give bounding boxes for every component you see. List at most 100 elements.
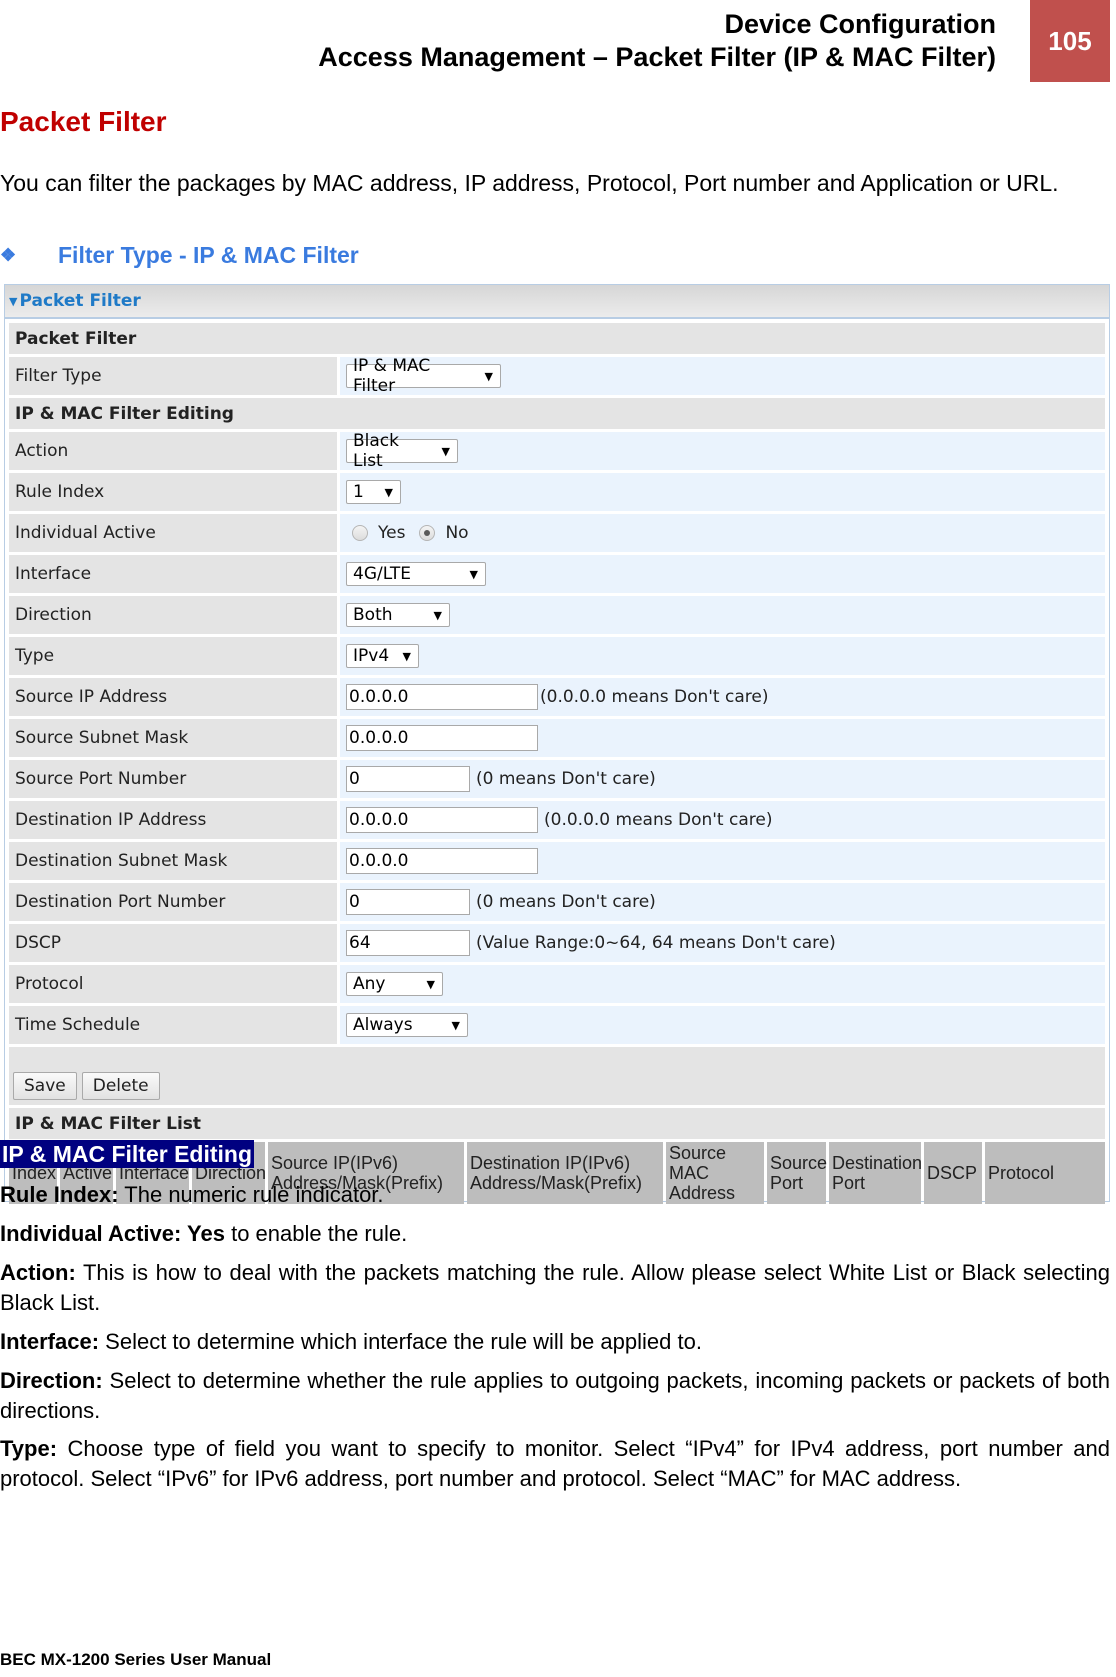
- section-filter-list: IP & MAC Filter List: [9, 1108, 1105, 1139]
- row-individual-active: Individual Active Yes No: [9, 514, 1105, 552]
- subheading-text: Filter Type - IP & MAC Filter: [58, 242, 359, 268]
- row-source-port: Source Port Number 0 (0 means Don't care): [9, 760, 1105, 798]
- label: Individual Active: [9, 514, 337, 552]
- label: Rule Index: [9, 473, 337, 511]
- intro-paragraph: You can filter the packages by MAC addre…: [0, 170, 1059, 196]
- select-value: IPv4: [353, 646, 390, 666]
- definition: to enable the rule.: [224, 1221, 408, 1246]
- save-button[interactable]: Save: [13, 1072, 77, 1100]
- dscp-hint: (Value Range:0~64, 64 means Don't care): [476, 933, 836, 953]
- term: Rule Index:: [0, 1182, 119, 1207]
- definition: Choose type of field you want to specify…: [0, 1436, 1110, 1491]
- header-section: Access Management – Packet Filter (IP & …: [318, 42, 996, 72]
- section-editing: IP & MAC Filter Editing: [9, 398, 1105, 429]
- label: Protocol: [9, 965, 337, 1003]
- label: DSCP: [9, 924, 337, 962]
- dest-ip-input[interactable]: 0.0.0.0: [346, 807, 538, 833]
- select-value: Both: [353, 605, 393, 625]
- rule-index-select[interactable]: 1 ▼: [346, 480, 401, 504]
- active-no-radio[interactable]: [419, 525, 436, 541]
- dropdown-arrow-icon: ▼: [426, 977, 435, 991]
- dropdown-arrow-icon: ▼: [484, 369, 493, 383]
- term: Direction:: [0, 1368, 103, 1393]
- row-type: Type IPv4 ▼: [9, 637, 1105, 675]
- definition: The numeric rule indicator.: [118, 1182, 384, 1207]
- label: Destination Subnet Mask: [9, 842, 337, 880]
- footer: BEC MX-1200 Series User Manual: [0, 1650, 272, 1669]
- dest-ip-hint: (0.0.0.0 means Don't care): [544, 810, 773, 830]
- row-interface: Interface 4G/LTE ▼: [9, 555, 1105, 593]
- label: Filter Type: [9, 357, 337, 395]
- dropdown-arrow-icon: ▼: [441, 444, 450, 458]
- description-heading: IP & MAC Filter Editing: [0, 1140, 255, 1168]
- action-select[interactable]: Black List ▼: [346, 431, 458, 471]
- protocol-select[interactable]: Any ▼: [346, 972, 443, 996]
- page-number-badge: 105: [1030, 0, 1110, 82]
- label: Source Subnet Mask: [9, 719, 337, 757]
- type-select[interactable]: IPv4 ▼: [346, 644, 419, 668]
- term: Action:: [0, 1260, 76, 1285]
- row-dscp: DSCP 64 (Value Range:0~64, 64 means Don't…: [9, 924, 1105, 962]
- dropdown-arrow-icon: ▼: [433, 608, 442, 622]
- desc-type: Type: Choose type of field you want to s…: [0, 1434, 1110, 1494]
- label: Interface: [9, 555, 337, 593]
- label: Direction: [9, 596, 337, 634]
- source-port-hint: (0 means Don't care): [476, 769, 656, 789]
- source-mask-input[interactable]: 0.0.0.0: [346, 725, 538, 751]
- collapse-triangle-icon[interactable]: ▼: [9, 295, 17, 308]
- dropdown-arrow-icon: ▼: [402, 649, 411, 663]
- label: Type: [9, 637, 337, 675]
- source-ip-hint: (0.0.0.0 means Don't care): [540, 687, 769, 707]
- direction-select[interactable]: Both ▼: [346, 603, 450, 627]
- definition: Select to determine whether the rule app…: [0, 1368, 1110, 1423]
- row-time-schedule: Time Schedule Always ▼: [9, 1006, 1105, 1044]
- page-header: Device Configuration Access Management –…: [318, 8, 996, 74]
- definition: This is how to deal with the packets mat…: [0, 1260, 1110, 1315]
- dropdown-arrow-icon: ▼: [469, 567, 478, 581]
- time-schedule-select[interactable]: Always ▼: [346, 1013, 468, 1037]
- label: Source Port Number: [9, 760, 337, 798]
- active-yes-radio[interactable]: [352, 525, 368, 541]
- row-dest-port: Destination Port Number 0 (0 means Don't …: [9, 883, 1105, 921]
- row-action: Action Black List ▼: [9, 431, 1105, 471]
- definition: Select to determine which interface the …: [99, 1329, 702, 1354]
- active-no-label: No: [445, 523, 469, 543]
- label: Destination IP Address: [9, 801, 337, 839]
- source-ip-input[interactable]: 0.0.0.0: [346, 684, 538, 710]
- dropdown-arrow-icon: ▼: [451, 1018, 460, 1032]
- label: Time Schedule: [9, 1006, 337, 1044]
- source-port-input[interactable]: 0: [346, 766, 470, 792]
- filter-type-select[interactable]: IP & MAC Filter ▼: [346, 356, 501, 396]
- dest-port-hint: (0 means Don't care): [476, 892, 656, 912]
- dest-port-input[interactable]: 0: [346, 889, 470, 915]
- desc-direction: Direction: Select to determine whether t…: [0, 1366, 1110, 1426]
- dest-mask-input[interactable]: 0.0.0.0: [346, 848, 538, 874]
- label: Action: [9, 432, 337, 470]
- label: Destination Port Number: [9, 883, 337, 921]
- interface-select[interactable]: 4G/LTE ▼: [346, 562, 486, 586]
- select-value: Black List: [353, 431, 399, 471]
- active-yes-label: Yes: [378, 523, 406, 543]
- row-direction: Direction Both ▼: [9, 596, 1105, 634]
- select-value: Always: [353, 1015, 413, 1035]
- packet-filter-panel: ▼ Packet Filter Packet Filter Filter Typ…: [4, 284, 1110, 1204]
- desc-action: Action: This is how to deal with the pac…: [0, 1258, 1110, 1318]
- row-source-mask: Source Subnet Mask 0.0.0.0: [9, 719, 1105, 757]
- subheading: ❖ Filter Type - IP & MAC Filter: [0, 242, 359, 269]
- row-rule-index: Rule Index 1 ▼: [9, 473, 1105, 511]
- delete-button[interactable]: Delete: [81, 1072, 160, 1100]
- section-packet-filter: Packet Filter: [9, 323, 1105, 354]
- row-filter-type: Filter Type IP & MAC Filter ▼: [9, 356, 1105, 396]
- label: Source IP Address: [9, 678, 337, 716]
- diamond-bullet-icon: ❖: [0, 245, 17, 265]
- select-value: 1: [353, 482, 364, 502]
- select-value: IP & MAC Filter: [353, 356, 431, 396]
- desc-individual-active: Individual Active: Yes to enable the rul…: [0, 1219, 1110, 1249]
- select-value: Any: [353, 974, 386, 994]
- panel-header[interactable]: ▼ Packet Filter: [5, 285, 1109, 319]
- desc-rule-index: Rule Index: The numeric rule indicator.: [0, 1180, 1110, 1210]
- row-source-ip: Source IP Address 0.0.0.0 (0.0.0.0 means …: [9, 678, 1105, 716]
- desc-interface: Interface: Select to determine which int…: [0, 1327, 1110, 1357]
- dscp-input[interactable]: 64: [346, 930, 470, 956]
- dropdown-arrow-icon: ▼: [384, 485, 393, 499]
